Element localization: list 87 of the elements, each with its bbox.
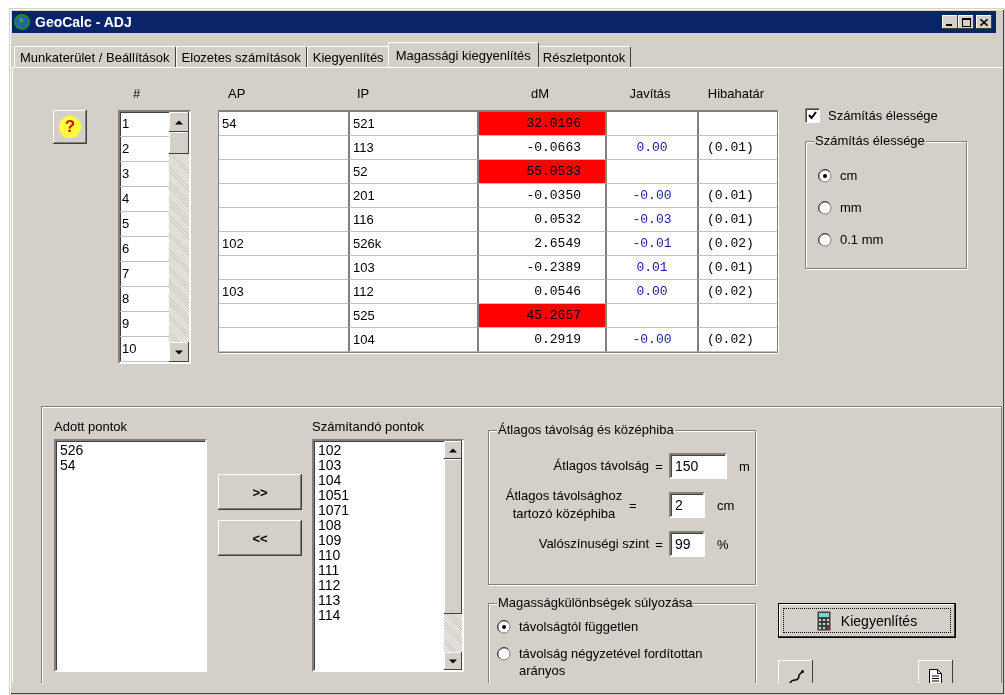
move-button[interactable]: << — [218, 520, 302, 556]
list-item[interactable]: 102 — [318, 443, 440, 458]
radio-label: 0.1 mm — [840, 232, 884, 247]
column-header: # — [133, 86, 141, 101]
radio-label: távolság négyzetével fordítottan arányos — [519, 645, 704, 679]
unit-label: % — [717, 536, 729, 552]
table-cell: 0.00 — [605, 136, 697, 160]
table-cell: (0.01) — [697, 208, 777, 232]
unit-label: cm — [717, 497, 735, 513]
input-field[interactable]: 99 — [669, 531, 705, 557]
table-cell: -0.2389 — [477, 256, 605, 280]
table-cell: -0.03 — [605, 208, 697, 232]
list-item[interactable]: 109 — [318, 533, 440, 548]
table-cell: 0.2919 — [477, 328, 605, 352]
group-title: Magasságkülönbségek súlyozása — [497, 595, 694, 610]
list-box[interactable]: 526 54 — [54, 439, 207, 672]
adjust-button[interactable]: Kiegyenlítés — [778, 603, 956, 638]
table-cell: -0.01 — [605, 232, 697, 256]
table-cell: -0.00 — [605, 184, 697, 208]
table-cell: 0.01 — [605, 256, 697, 280]
radio-label: cm — [840, 168, 858, 183]
table-cell: (0.01) — [697, 256, 777, 280]
column-header: dM — [530, 86, 550, 101]
table-cell: (0.01) — [697, 184, 777, 208]
tab[interactable]: Magassági kiegyenlítés — [387, 42, 539, 67]
input-field[interactable]: 2 — [669, 492, 705, 518]
list-item[interactable]: 111 — [318, 563, 440, 578]
table-cell: 116 — [348, 208, 477, 232]
table-cell: 32.0196 — [477, 112, 605, 136]
list-item[interactable]: 104 — [318, 473, 440, 488]
window-title: GeoCalc - ADJ — [35, 14, 133, 30]
list-item[interactable]: 114 — [318, 608, 440, 623]
list-box[interactable]: 102 103 104 1051 1071 108 109 110 111 112 113 114 — [312, 439, 464, 672]
tab[interactable]: Részletpontok — [536, 46, 632, 67]
list-item[interactable]: 113 — [318, 593, 440, 608]
group-title: Számítás élessége — [814, 133, 926, 148]
list-item[interactable]: 1051 — [318, 488, 440, 503]
table-cell: 201 — [348, 184, 477, 208]
table-cell: 526k — [348, 232, 477, 256]
equals-sign: = — [654, 458, 664, 474]
table-cell: 0.0532 — [477, 208, 605, 232]
column-header: Hibahatár — [707, 86, 765, 101]
move-button[interactable]: >> — [218, 474, 302, 510]
list-item[interactable]: 112 — [318, 578, 440, 593]
column-header: AP — [228, 86, 246, 101]
table-cell: 103 — [219, 280, 348, 304]
field-label: Átlagos távolsághoz tartozó középhiba — [504, 487, 624, 523]
table-cell: -0.00 — [605, 328, 697, 352]
list-label: Számítandó pontok — [312, 419, 426, 436]
group-title: Átlagos távolság és középhiba — [497, 422, 675, 437]
table-cell: 55.0533 — [477, 160, 605, 184]
table-cell: 104 — [348, 328, 477, 352]
table-cell: 2.6549 — [477, 232, 605, 256]
table-cell: (0.01) — [697, 136, 777, 160]
list-item[interactable]: 1071 — [318, 503, 440, 518]
list-item[interactable]: 110 — [318, 548, 440, 563]
table-cell: 0.00 — [605, 280, 697, 304]
list-item[interactable]: 526 — [60, 443, 201, 458]
column-header: IP — [357, 86, 370, 101]
tab[interactable]: Kiegyenlítés — [306, 46, 390, 67]
radio-label: távolságtól független — [519, 618, 639, 635]
input-field[interactable]: 150 — [669, 453, 727, 479]
table-cell: 103 — [348, 256, 477, 280]
table-cell: (0.02) — [697, 232, 777, 256]
unit-label: m — [739, 458, 750, 474]
tab[interactable]: Munkaterület / Beállítások — [14, 46, 176, 67]
table-cell: 54 — [219, 112, 348, 136]
table-cell: 112 — [348, 280, 477, 304]
field-label: Valószínuségi szint — [537, 535, 649, 553]
column-header: Javítás — [629, 86, 671, 101]
field-label: Átlagos távolság — [552, 457, 649, 475]
table-cell: 45.2657 — [477, 304, 605, 328]
list-item[interactable]: 103 — [318, 458, 440, 473]
table-cell: (0.02) — [697, 280, 777, 304]
tab[interactable]: Elozetes számítások — [175, 46, 307, 67]
list-item[interactable]: 108 — [318, 518, 440, 533]
table-cell: 113 — [348, 136, 477, 160]
table-cell: 102 — [219, 232, 348, 256]
equals-sign: = — [654, 536, 664, 552]
table-cell: -0.0350 — [477, 184, 605, 208]
equals-sign: = — [629, 497, 638, 513]
checkbox-label: Számítás élessége — [828, 108, 938, 123]
list-label: Adott pontok — [54, 419, 128, 436]
list-item[interactable]: 54 — [60, 458, 201, 473]
help-button[interactable]: ? — [53, 110, 87, 144]
radio-label: mm — [840, 200, 862, 215]
table-cell: (0.02) — [697, 328, 777, 352]
